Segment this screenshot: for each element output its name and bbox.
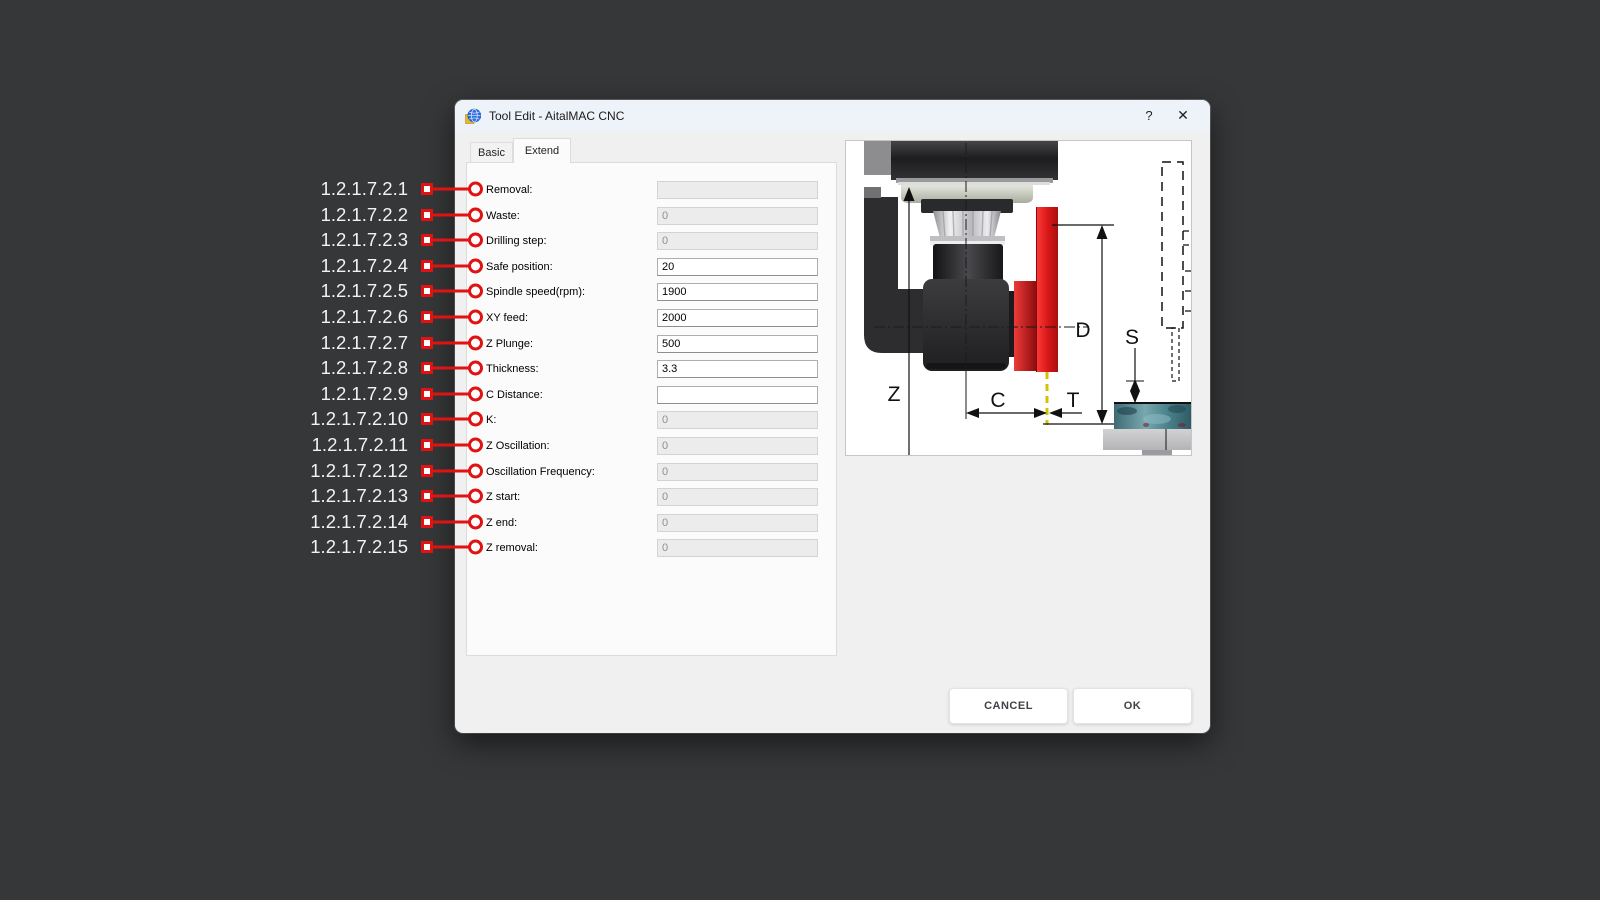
field-input[interactable] bbox=[657, 335, 818, 353]
callout-square-marker bbox=[421, 388, 433, 400]
field-input[interactable] bbox=[657, 258, 818, 276]
callout-number: 1.2.1.7.2.13 bbox=[310, 485, 408, 507]
field-input bbox=[657, 437, 818, 455]
field-label: Z end: bbox=[486, 517, 517, 529]
close-button[interactable]: ✕ bbox=[1166, 103, 1200, 129]
form-row: C Distance: bbox=[467, 382, 836, 407]
tab-extend[interactable]: Extend bbox=[513, 138, 571, 163]
callout-square-marker bbox=[421, 234, 433, 246]
callout-square-marker bbox=[421, 413, 433, 425]
form-row: Z removal: bbox=[467, 536, 836, 561]
field-label: C Distance: bbox=[486, 389, 543, 401]
field-label: Drilling step: bbox=[486, 235, 547, 247]
form-row: XY feed: bbox=[467, 306, 836, 331]
field-label: Spindle speed(rpm): bbox=[486, 286, 585, 298]
form-row: Oscillation Frequency: bbox=[467, 459, 836, 484]
tool-diagram: Z C T D S bbox=[845, 140, 1192, 456]
help-button[interactable]: ? bbox=[1132, 103, 1166, 129]
form-row: Z start: bbox=[467, 485, 836, 510]
callout-square-marker bbox=[421, 541, 433, 553]
callout-number: 1.2.1.7.2.2 bbox=[321, 204, 408, 226]
callout-square-marker bbox=[421, 490, 433, 502]
dim-label-s: S bbox=[1125, 326, 1139, 349]
dim-label-d: D bbox=[1075, 319, 1090, 342]
callout-number: 1.2.1.7.2.1 bbox=[321, 178, 408, 200]
field-label: Z removal: bbox=[486, 542, 538, 554]
screen: Tool Edit - AitalMAC CNC ? ✕ Basic Exten… bbox=[0, 0, 1600, 900]
callout-number: 1.2.1.7.2.15 bbox=[310, 536, 408, 558]
form-row: Spindle speed(rpm): bbox=[467, 280, 836, 305]
callout-square-marker bbox=[421, 285, 433, 297]
field-input[interactable] bbox=[657, 386, 818, 404]
form-row: Thickness: bbox=[467, 357, 836, 382]
callout-number: 1.2.1.7.2.4 bbox=[321, 255, 408, 277]
field-input bbox=[657, 411, 818, 429]
form-row: K: bbox=[467, 408, 836, 433]
form-row: Drilling step: bbox=[467, 229, 836, 254]
dim-label-c: C bbox=[990, 389, 1005, 412]
callout-square-marker bbox=[421, 209, 433, 221]
field-input bbox=[657, 207, 818, 225]
tool-edit-dialog: Tool Edit - AitalMAC CNC ? ✕ Basic Exten… bbox=[455, 100, 1210, 733]
field-input[interactable] bbox=[657, 283, 818, 301]
callout-number: 1.2.1.7.2.12 bbox=[310, 460, 408, 482]
dialog-title: Tool Edit - AitalMAC CNC bbox=[489, 109, 1132, 123]
callout-number: 1.2.1.7.2.6 bbox=[321, 306, 408, 328]
field-input[interactable] bbox=[657, 309, 818, 327]
field-input bbox=[657, 514, 818, 532]
field-label: Oscillation Frequency: bbox=[486, 466, 595, 478]
callout-square-marker bbox=[421, 439, 433, 451]
workpiece-graphic bbox=[1103, 403, 1191, 455]
form-row: Z Oscillation: bbox=[467, 434, 836, 459]
field-label: Z Plunge: bbox=[486, 338, 533, 350]
extend-tab-panel: Removal: Waste: Drilling step: Safe positio… bbox=[466, 162, 837, 656]
tab-basic[interactable]: Basic bbox=[470, 142, 513, 163]
field-input bbox=[657, 232, 818, 250]
callout-number: 1.2.1.7.2.3 bbox=[321, 229, 408, 251]
field-label: K: bbox=[486, 414, 496, 426]
form-row: Waste: bbox=[467, 203, 836, 228]
callout-square-marker bbox=[421, 362, 433, 374]
dialog-titlebar[interactable]: Tool Edit - AitalMAC CNC ? ✕ bbox=[455, 100, 1210, 131]
callout-number: 1.2.1.7.2.10 bbox=[310, 408, 408, 430]
form-row: Safe position: bbox=[467, 254, 836, 279]
dim-label-t: T bbox=[1067, 389, 1080, 412]
field-input bbox=[657, 539, 818, 557]
callout-square-marker bbox=[421, 516, 433, 528]
callout-square-marker bbox=[421, 465, 433, 477]
cancel-button[interactable]: CANCEL bbox=[949, 688, 1068, 724]
form-row: Z end: bbox=[467, 510, 836, 535]
callout-square-marker bbox=[421, 183, 433, 195]
field-label: XY feed: bbox=[486, 312, 528, 324]
field-label: Z start: bbox=[486, 491, 520, 503]
callout-number: 1.2.1.7.2.8 bbox=[321, 357, 408, 379]
field-input[interactable] bbox=[657, 360, 818, 378]
callout-number: 1.2.1.7.2.14 bbox=[310, 511, 408, 533]
field-input bbox=[657, 488, 818, 506]
globe-icon bbox=[465, 108, 481, 124]
field-label: Waste: bbox=[486, 210, 520, 222]
field-input bbox=[657, 463, 818, 481]
callout-number: 1.2.1.7.2.7 bbox=[321, 332, 408, 354]
callout-number: 1.2.1.7.2.9 bbox=[321, 383, 408, 405]
spindle-head-graphic bbox=[864, 141, 1058, 372]
field-label: Removal: bbox=[486, 184, 532, 196]
callout-number: 1.2.1.7.2.11 bbox=[312, 434, 408, 456]
callout-square-marker bbox=[421, 260, 433, 272]
callout-square-marker bbox=[421, 311, 433, 323]
callout-number: 1.2.1.7.2.5 bbox=[321, 280, 408, 302]
form-row: Z Plunge: bbox=[467, 331, 836, 356]
dim-label-z: Z bbox=[888, 383, 901, 406]
field-label: Safe position: bbox=[486, 261, 553, 273]
ok-button[interactable]: OK bbox=[1073, 688, 1192, 724]
form-row: Removal: bbox=[467, 178, 836, 203]
callout-square-marker bbox=[421, 337, 433, 349]
field-input bbox=[657, 181, 818, 199]
field-label: Z Oscillation: bbox=[486, 440, 550, 452]
field-label: Thickness: bbox=[486, 363, 539, 375]
